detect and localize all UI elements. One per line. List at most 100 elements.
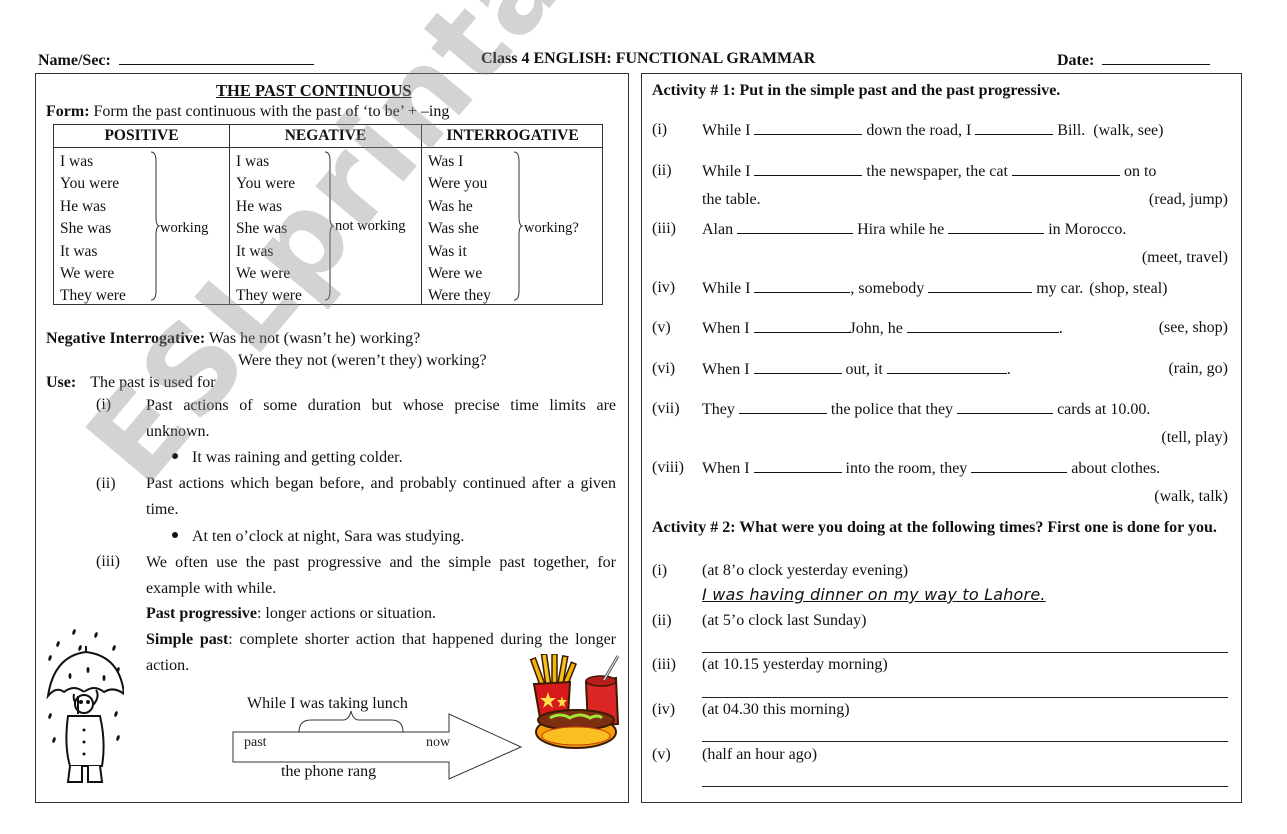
answer-blank[interactable]: [975, 121, 1054, 135]
exercise-number: (i): [652, 121, 668, 138]
table-cell: Was he: [428, 197, 473, 215]
answer-line[interactable]: [702, 741, 1228, 742]
sentence-part: cards at 10.00.: [1057, 401, 1151, 418]
exercise-sentence: They the police that they cards at 10.00.: [702, 400, 1150, 419]
answer-line[interactable]: [702, 697, 1228, 698]
exercise-sentence: When I John, he.: [702, 319, 1063, 338]
column-header: POSITIVE: [54, 125, 229, 148]
date-field: Date:: [1057, 50, 1211, 70]
name-field: Name/Sec:: [38, 50, 314, 70]
bullet-icon: [172, 532, 178, 539]
exercise-item: (vi) When I out, it. (rain, go): [652, 360, 1232, 382]
past-progressive-text: : longer actions or situation.: [256, 605, 437, 622]
name-blank[interactable]: [118, 50, 314, 65]
sentence-part: While I: [702, 163, 751, 180]
sample-answer: I was having dinner on my way to Lahore.: [702, 585, 1046, 604]
answer-blank[interactable]: [753, 319, 850, 333]
sentence-part: the police that they: [830, 401, 954, 418]
activity2-title: Activity # 2: What were you doing at the…: [652, 519, 1217, 536]
exercise-number: (v): [652, 746, 671, 763]
sentence-part: on to: [1123, 163, 1157, 180]
time-prompt: (at 5’o clock last Sunday): [702, 612, 867, 629]
sentence-part: When I: [702, 320, 750, 337]
exercise-number: (vii): [652, 400, 680, 417]
answer-blank[interactable]: [753, 459, 842, 473]
neg-int-label: Negative Interrogative:: [46, 330, 206, 347]
use-number: (ii): [96, 475, 116, 492]
answer-blank[interactable]: [753, 360, 842, 374]
answer-blank[interactable]: [957, 400, 1054, 414]
column-header: INTERROGATIVE: [422, 125, 603, 148]
negative-interrogative: Negative Interrogative: Was he not (wasn…: [46, 330, 420, 348]
time-prompt: (at 04.30 this morning): [702, 701, 850, 718]
answer-line[interactable]: [702, 652, 1228, 653]
verb-hint: (walk, talk): [1154, 488, 1228, 505]
answer-blank[interactable]: [886, 360, 1007, 374]
exercise-number: (iv): [652, 701, 676, 718]
activities-panel: Activity # 1: Put in the simple past and…: [641, 73, 1242, 803]
answer-blank[interactable]: [948, 220, 1045, 234]
grammar-reference-panel: THE PAST CONTINUOUS Form: Form the past …: [35, 73, 629, 803]
timeline-now-label: now: [426, 735, 451, 750]
use-text: The past is used for: [90, 374, 216, 391]
negative-suffix: not working: [335, 218, 406, 234]
table-cell: Was it: [428, 242, 467, 260]
use-intro: Use: The past is used for: [46, 374, 216, 392]
use-description: Past actions of some duration but whose …: [146, 397, 616, 440]
brace-icon: [513, 151, 523, 301]
exercise-number: (ii): [652, 162, 672, 179]
timeline-bottom-label: the phone rang: [281, 763, 377, 780]
exercise-number: (iii): [652, 220, 676, 237]
sentence-part: When I: [702, 460, 750, 477]
column-header: NEGATIVE: [230, 125, 421, 148]
table-cell: He was: [60, 197, 107, 215]
answer-blank[interactable]: [1011, 162, 1120, 176]
sentence-part: , somebody: [850, 280, 925, 297]
exercise-sentence: While I down the road, I Bill. (walk, see): [702, 121, 1163, 140]
exercise-number: (i): [652, 562, 668, 579]
class-title: Class 4 ENGLISH: FUNCTIONAL GRAMMAR: [481, 50, 816, 67]
answer-blank[interactable]: [754, 121, 863, 135]
name-label: Name/Sec:: [38, 52, 111, 69]
exercise-number: (viii): [652, 459, 684, 476]
sentence-part: .: [1058, 320, 1063, 337]
example-text: At ten o’clock at night, Sara was studyi…: [192, 528, 465, 545]
exercise-item: (ii) While Ithe newspaper, the cat on to …: [652, 162, 1232, 208]
bullet-icon: [172, 453, 178, 460]
exercise-item: (iii) Alan Hira while he in Morocco. (meet…: [652, 220, 1232, 266]
example-text: It was raining and getting colder.: [192, 449, 403, 466]
form-text: Form the past continuous with the past o…: [89, 103, 450, 120]
answer-blank[interactable]: [754, 162, 863, 176]
exercise-item: (iv) While I , somebody my car. (shop, ste…: [652, 279, 1232, 301]
interrogative-suffix: working?: [524, 220, 579, 236]
exercise-sentence: While I the newspaper, the cat on to: [702, 162, 1156, 181]
use-example: It was raining and getting colder.: [172, 449, 403, 467]
answer-blank[interactable]: [906, 319, 1059, 333]
table-cell: Were we: [428, 265, 483, 283]
table-cell: She was: [236, 220, 288, 238]
exercise-sentence: When I into the room, they about clothes.: [702, 459, 1160, 478]
verb-hint: (read, jump): [1148, 191, 1228, 208]
answer-blank[interactable]: [971, 459, 1068, 473]
exercise-sentence: While I , somebody my car. (shop, steal): [702, 279, 1168, 298]
activity2-item: (v) (half an hour ago): [652, 746, 1232, 768]
answer-blank[interactable]: [928, 279, 1033, 293]
table-cell: I was: [60, 153, 94, 170]
exercise-item: (i) While I down the road, I Bill. (walk, …: [652, 121, 1232, 143]
answer-blank[interactable]: [738, 400, 827, 414]
conjugation-table: POSITIVE I was You were He was She was I…: [53, 124, 603, 305]
answer-line[interactable]: [702, 786, 1228, 787]
sentence-part: John, he: [849, 320, 903, 337]
verb-hint: (rain, go): [1168, 360, 1228, 377]
answer-blank[interactable]: [754, 279, 851, 293]
answer-blank[interactable]: [737, 220, 854, 234]
date-blank[interactable]: [1102, 50, 1211, 65]
interrogative-forms: Was I Were you Was he Was she Was it Wer…: [428, 151, 491, 308]
verb-hint: (walk, see): [1093, 122, 1164, 139]
activity2-item: (i) (at 8’o clock yesterday evening): [652, 562, 1232, 584]
date-label: Date:: [1057, 52, 1095, 69]
brace-icon: [150, 151, 160, 301]
table-cell: They were: [236, 287, 302, 305]
table-cell: She was: [60, 220, 112, 238]
sentence-part: They: [702, 401, 735, 418]
